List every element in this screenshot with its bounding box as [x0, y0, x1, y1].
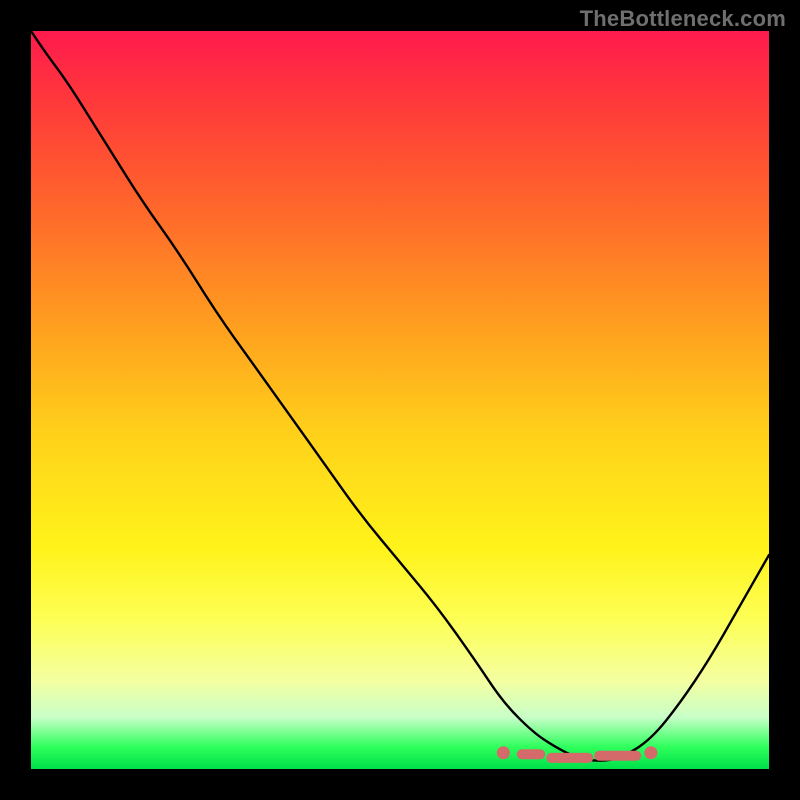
- watermark-text: TheBottleneck.com: [580, 6, 786, 32]
- chart-frame: TheBottleneck.com: [0, 0, 800, 800]
- curve-svg: [31, 31, 769, 769]
- plot-area: [31, 31, 769, 769]
- bottleneck-curve: [31, 31, 769, 761]
- optimum-dot: [644, 746, 657, 759]
- optimum-markers: [497, 746, 658, 759]
- optimum-dot: [497, 746, 510, 759]
